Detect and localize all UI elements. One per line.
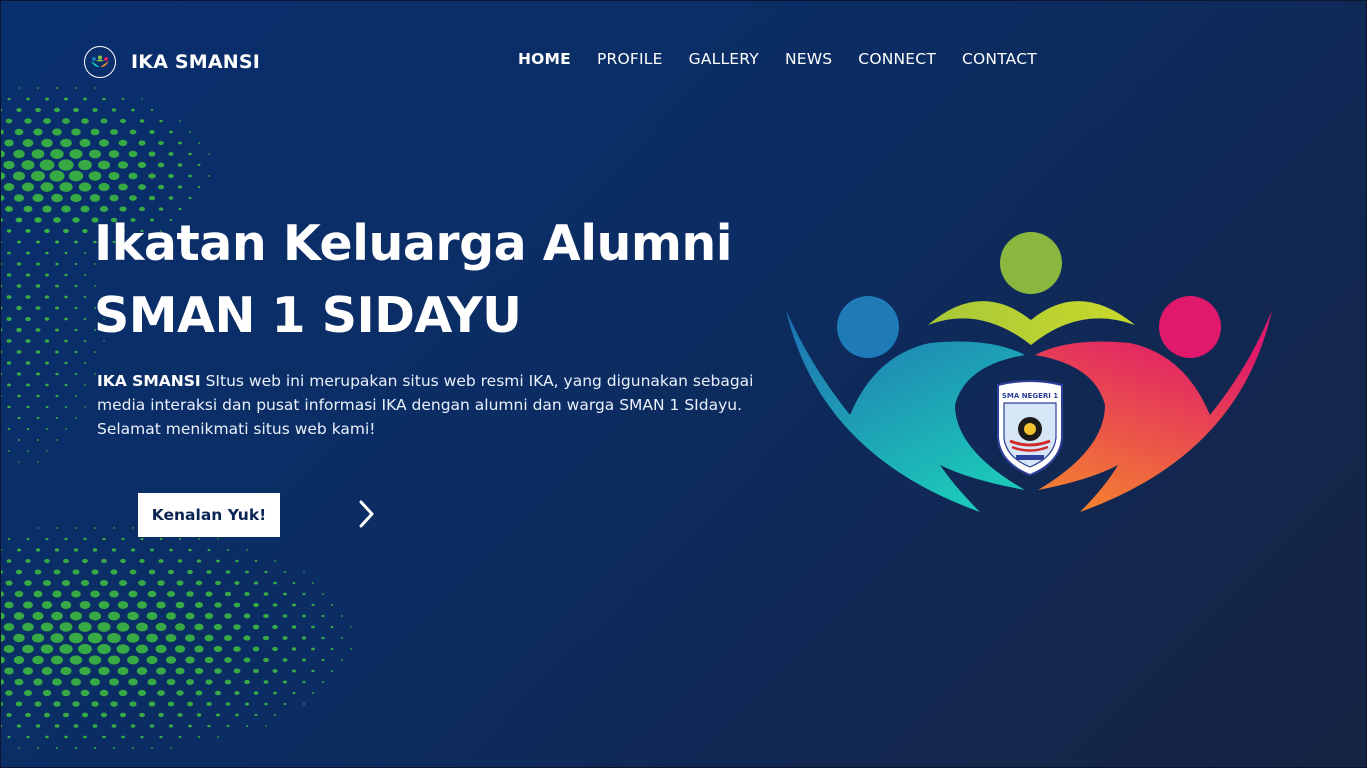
hero-description-strong: IKA SMANSI: [97, 372, 201, 390]
brand-name: IKA SMANSI: [131, 51, 261, 73]
hero-title-line2: SMAN 1 SIDAYU: [94, 287, 522, 344]
hero-title: Ikatan Keluarga Alumni SMAN 1 SIDAYU: [94, 208, 733, 352]
nav-item-contact[interactable]: CONTACT: [962, 50, 1037, 68]
main-nav: HOME PROFILE GALLERY NEWS CONNECT CONTAC…: [518, 50, 1063, 68]
chevron-right-icon[interactable]: [352, 497, 380, 531]
nav-item-connect[interactable]: CONNECT: [858, 50, 936, 68]
ika-smansi-emblem-icon: SMA NEGERI 1: [780, 225, 1280, 520]
hero-description: IKA SMANSI SItus web ini merupakan situs…: [97, 369, 777, 441]
nav-item-home[interactable]: HOME: [518, 50, 571, 68]
nav-item-gallery[interactable]: GALLERY: [689, 50, 759, 68]
hero-title-line1: Ikatan Keluarga Alumni: [94, 215, 733, 272]
nav-item-news[interactable]: NEWS: [785, 50, 832, 68]
nav-item-profile[interactable]: PROFILE: [597, 50, 663, 68]
brand[interactable]: IKA SMANSI: [84, 46, 260, 78]
kenalan-yuk-button[interactable]: Kenalan Yuk!: [138, 493, 280, 537]
ika-people-logo-icon: [84, 46, 116, 78]
svg-text:SMA NEGERI 1: SMA NEGERI 1: [1002, 392, 1058, 400]
